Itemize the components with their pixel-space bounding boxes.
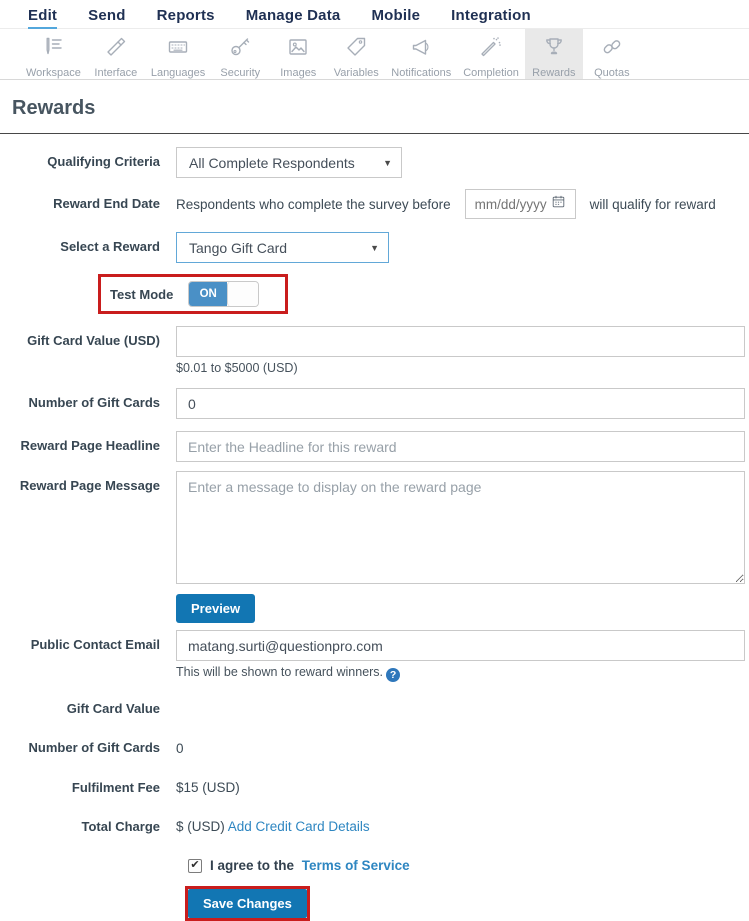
nav-reports[interactable]: Reports [157,7,215,27]
nav-manage-data[interactable]: Manage Data [246,7,341,27]
nav-integration[interactable]: Integration [451,7,531,27]
total-charge-label: Total Charge [81,818,161,834]
tab-label: Languages [150,67,206,79]
rewards-trophy-icon [542,35,566,64]
number-of-gift-cards-label: Number of Gift Cards [28,395,160,411]
reward-end-date-suffix: will qualify for reward [589,196,716,212]
page-title: Rewards [12,97,96,119]
summary-gift-card-value-label: Gift Card Value [66,701,160,716]
rewards-form: Qualifying Criteria All Complete Respond… [0,134,749,921]
select-reward-select[interactable]: Tango Gift Card ▼ [176,232,389,263]
test-mode-toggle[interactable]: ON [188,281,260,307]
variables-tag-icon [344,35,368,64]
preview-button[interactable]: Preview [176,594,256,623]
tab-label: Security [220,67,261,79]
terms-of-service-link[interactable]: Terms of Service [302,858,410,873]
reward-end-date-label: Reward End Date [53,195,160,211]
save-changes-annotation-box: Save Changes [185,886,310,921]
save-changes-button[interactable]: Save Changes [188,889,307,918]
fulfilment-fee-value: $15 (USD) [176,780,240,796]
reward-end-date-input-wrap [464,189,576,219]
selected-value: All Complete Respondents [189,154,355,171]
toggle-on-label: ON [189,282,228,306]
tab-rewards[interactable]: Rewards [524,29,583,79]
nav-send[interactable]: Send [88,7,125,27]
completion-wand-icon [479,35,503,64]
agree-text: I agree to the [210,858,295,873]
tab-label: Notifications [391,67,452,79]
tab-images[interactable]: Images [269,29,327,79]
tab-label: Completion [463,67,519,79]
reward-page-message-textarea[interactable] [176,471,745,584]
add-credit-card-link[interactable]: Add Credit Card Details [228,819,370,834]
gift-card-value-label: Gift Card Value (USD) [27,333,160,348]
gift-card-value-helper: $0.01 to $5000 (USD) [176,361,298,375]
tab-completion[interactable]: Completion [457,29,525,79]
selected-value: Tango Gift Card [189,239,288,256]
tab-label: Interface [94,67,138,79]
nav-mobile[interactable]: Mobile [371,7,420,27]
reward-page-message-label: Reward Page Message [19,478,160,493]
terms-checkbox[interactable]: ✔ [188,858,202,873]
summary-number-of-gift-cards: 0 [176,740,184,756]
languages-keyboard-icon [166,35,190,64]
tab-quotas[interactable]: Quotas [583,29,641,79]
nav-edit[interactable]: Edit [28,7,58,29]
chevron-down-icon: ▼ [383,157,392,168]
tab-label: Quotas [594,67,630,79]
summary-number-of-gift-cards-label: Number of Gift Cards [28,740,160,756]
tab-label: Workspace [26,67,81,79]
qualifying-criteria-select[interactable]: All Complete Respondents ▼ [176,147,402,178]
reward-page-headline-input[interactable] [176,431,745,462]
total-charge-value: $ (USD) [176,819,225,835]
top-nav: Edit Send Reports Manage Data Mobile Int… [0,0,749,29]
number-of-gift-cards-input[interactable] [176,388,745,419]
security-key-icon [228,35,252,64]
help-question-icon[interactable]: ? [386,668,401,682]
settings-toolbar: Workspace Interface Languages Security I… [0,29,749,80]
public-contact-email-helper: This will be shown to reward winners. [176,665,384,679]
test-mode-label: Test Mode [110,286,174,302]
calendar-icon[interactable] [551,194,566,214]
workspace-pen-icon [41,35,65,64]
public-contact-email-input[interactable] [176,630,745,661]
chevron-down-icon: ▼ [370,242,379,253]
tab-interface[interactable]: Interface [87,29,145,79]
gift-card-value-input[interactable] [176,326,745,357]
reward-page-headline-label: Reward Page Headline [20,438,160,454]
quotas-links-icon [600,35,624,64]
tab-variables[interactable]: Variables [327,29,385,79]
select-reward-label: Select a Reward [60,239,160,255]
tab-label: Variables [333,67,379,79]
tab-languages[interactable]: Languages [145,29,211,79]
tab-label: Images [280,67,317,79]
tab-security[interactable]: Security [211,29,269,79]
tab-workspace[interactable]: Workspace [20,29,87,79]
toggle-knob [227,282,259,306]
qualifying-criteria-label: Qualifying Criteria [47,154,160,170]
tab-notifications[interactable]: Notifications [385,29,457,79]
reward-end-date-input[interactable] [474,196,551,212]
interface-pen-icon [104,35,128,64]
public-contact-email-label: Public Contact Email [30,637,160,652]
reward-end-date-prefix: Respondents who complete the survey befo… [176,196,451,212]
fulfilment-fee-label: Fulfilment Fee [71,779,160,795]
notifications-megaphone-icon [409,35,433,64]
test-mode-annotation-box: Test Mode ON [98,274,289,314]
images-picture-icon [286,35,310,64]
tab-label: Rewards [532,67,576,79]
